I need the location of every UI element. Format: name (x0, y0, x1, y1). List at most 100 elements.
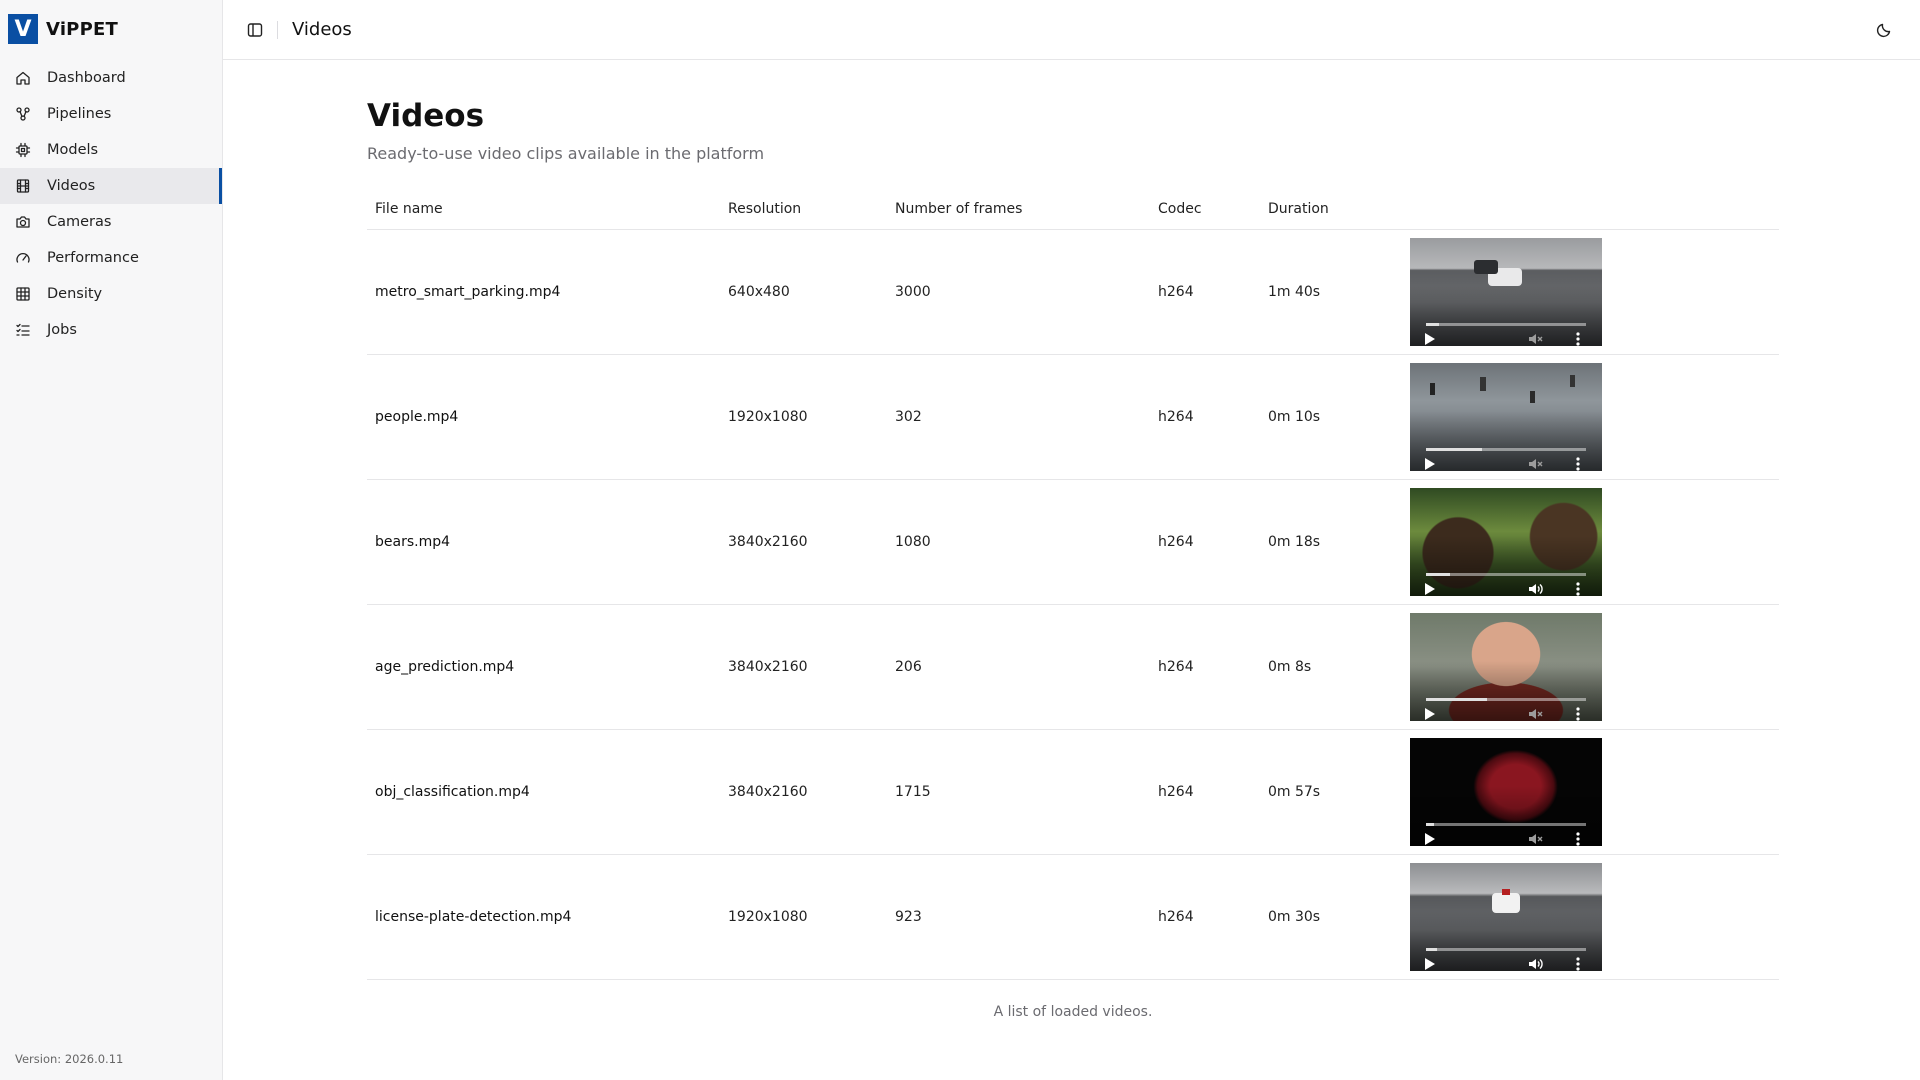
video-player[interactable] (1410, 612, 1602, 721)
cell-resolution: 3840x2160 (720, 604, 887, 730)
cell-duration: 0m 57s (1260, 729, 1402, 855)
sidebar-item-density[interactable]: Density (0, 276, 222, 312)
app-name: ViPPET (46, 18, 118, 40)
volume-muted-icon (1529, 333, 1543, 344)
volume-muted-icon (1529, 708, 1543, 719)
cell-resolution: 1920x1080 (720, 354, 887, 480)
page-subtitle: Ready-to-use video clips available in th… (367, 144, 765, 163)
sidebar-item-models[interactable]: Models (0, 132, 222, 168)
column-header-file-name: File name (367, 189, 720, 230)
sidebar-item-label: Performance (47, 250, 139, 266)
video-player[interactable] (1410, 737, 1602, 846)
play-button[interactable] (1422, 706, 1438, 721)
sidebar-item-dashboard[interactable]: Dashboard (0, 60, 222, 96)
play-button[interactable] (1422, 831, 1438, 846)
video-progress-bar[interactable] (1426, 322, 1586, 326)
cell-duration: 0m 10s (1260, 354, 1402, 480)
sidebar-toggle-button[interactable] (241, 16, 269, 44)
cell-resolution: 3840x2160 (720, 729, 887, 855)
more-options-button[interactable] (1572, 706, 1584, 721)
video-player[interactable] (1410, 862, 1602, 971)
video-progress-bar[interactable] (1426, 697, 1586, 701)
play-button[interactable] (1422, 456, 1438, 471)
video-controls (1410, 910, 1602, 971)
film-icon (15, 178, 31, 194)
video-controls (1410, 285, 1602, 346)
cell-duration: 0m 30s (1260, 854, 1402, 980)
video-player[interactable] (1410, 362, 1602, 471)
more-vertical-icon (1576, 581, 1580, 596)
main-area: Videos Videos Ready-to-use video clips a… (223, 0, 1920, 1080)
more-vertical-icon (1576, 456, 1580, 471)
volume-icon (1529, 583, 1543, 594)
sidebar-item-label: Dashboard (47, 70, 126, 86)
table-row: bears.mp4 3840x2160 1080 h264 0m 18s (367, 479, 1779, 605)
video-progress-bar[interactable] (1426, 447, 1586, 451)
volume-button[interactable] (1526, 956, 1544, 971)
sidebar-item-videos[interactable]: Videos (0, 168, 222, 204)
table-row: metro_smart_parking.mp4 640x480 3000 h264 1m… (367, 229, 1779, 355)
brand[interactable]: V ViPPET (0, 0, 222, 58)
video-progress-bar[interactable] (1426, 947, 1586, 951)
cell-preview (1402, 354, 1779, 480)
play-icon (1425, 707, 1435, 720)
column-header-codec: Codec (1150, 189, 1260, 230)
camera-icon (15, 214, 31, 230)
page-title: Videos (367, 98, 485, 134)
sidebar-item-label: Pipelines (47, 106, 112, 122)
sidebar-item-jobs[interactable]: Jobs (0, 312, 222, 348)
table-row: age_prediction.mp4 3840x2160 206 h264 0m 8s (367, 604, 1779, 730)
cell-duration: 1m 40s (1260, 229, 1402, 355)
cell-preview (1402, 854, 1779, 980)
volume-button[interactable] (1526, 706, 1544, 721)
volume-button[interactable] (1526, 331, 1544, 346)
more-options-button[interactable] (1572, 331, 1584, 346)
sidebar-item-label: Cameras (47, 214, 112, 230)
play-button[interactable] (1422, 331, 1438, 346)
more-options-button[interactable] (1572, 456, 1584, 471)
cell-codec: h264 (1150, 229, 1260, 355)
video-progress-bar[interactable] (1426, 822, 1586, 826)
cell-codec: h264 (1150, 729, 1260, 855)
sidebar-item-cameras[interactable]: Cameras (0, 204, 222, 240)
version-label: Version: 2026.0.11 (15, 1052, 124, 1066)
volume-button[interactable] (1526, 831, 1544, 846)
sidebar-item-label: Density (47, 286, 103, 302)
cell-file-name: bears.mp4 (367, 479, 720, 605)
volume-button[interactable] (1526, 456, 1544, 471)
play-button[interactable] (1422, 581, 1438, 596)
cell-file-name: license-plate-detection.mp4 (367, 854, 720, 980)
cell-codec: h264 (1150, 479, 1260, 605)
more-options-button[interactable] (1572, 831, 1584, 846)
video-progress-fill (1426, 822, 1434, 826)
volume-button[interactable] (1526, 581, 1544, 596)
chip-icon (15, 142, 31, 158)
list-checks-icon (15, 322, 31, 338)
volume-muted-icon (1529, 458, 1543, 469)
theme-toggle-button[interactable] (1870, 16, 1898, 44)
more-vertical-icon (1576, 831, 1580, 846)
cell-file-name: age_prediction.mp4 (367, 604, 720, 730)
more-vertical-icon (1576, 706, 1580, 721)
more-options-button[interactable] (1572, 581, 1584, 596)
play-icon (1425, 332, 1435, 345)
cell-frames: 1080 (887, 479, 1150, 605)
play-button[interactable] (1422, 956, 1438, 971)
video-player[interactable] (1410, 487, 1602, 596)
cell-preview (1402, 479, 1779, 605)
play-icon (1425, 582, 1435, 595)
video-progress-bar[interactable] (1426, 572, 1586, 576)
sidebar-item-performance[interactable]: Performance (0, 240, 222, 276)
video-controls (1410, 785, 1602, 846)
table-row: people.mp4 1920x1080 302 h264 0m 10s (367, 354, 1779, 480)
sidebar-item-label: Models (47, 142, 99, 158)
cell-codec: h264 (1150, 604, 1260, 730)
more-options-button[interactable] (1572, 956, 1584, 971)
sidebar-item-pipelines[interactable]: Pipelines (0, 96, 222, 132)
video-controls (1410, 660, 1602, 721)
cell-preview (1402, 229, 1779, 355)
header-title: Videos (292, 19, 352, 40)
grid-icon (15, 286, 31, 302)
video-player[interactable] (1410, 237, 1602, 346)
play-icon (1425, 957, 1435, 970)
